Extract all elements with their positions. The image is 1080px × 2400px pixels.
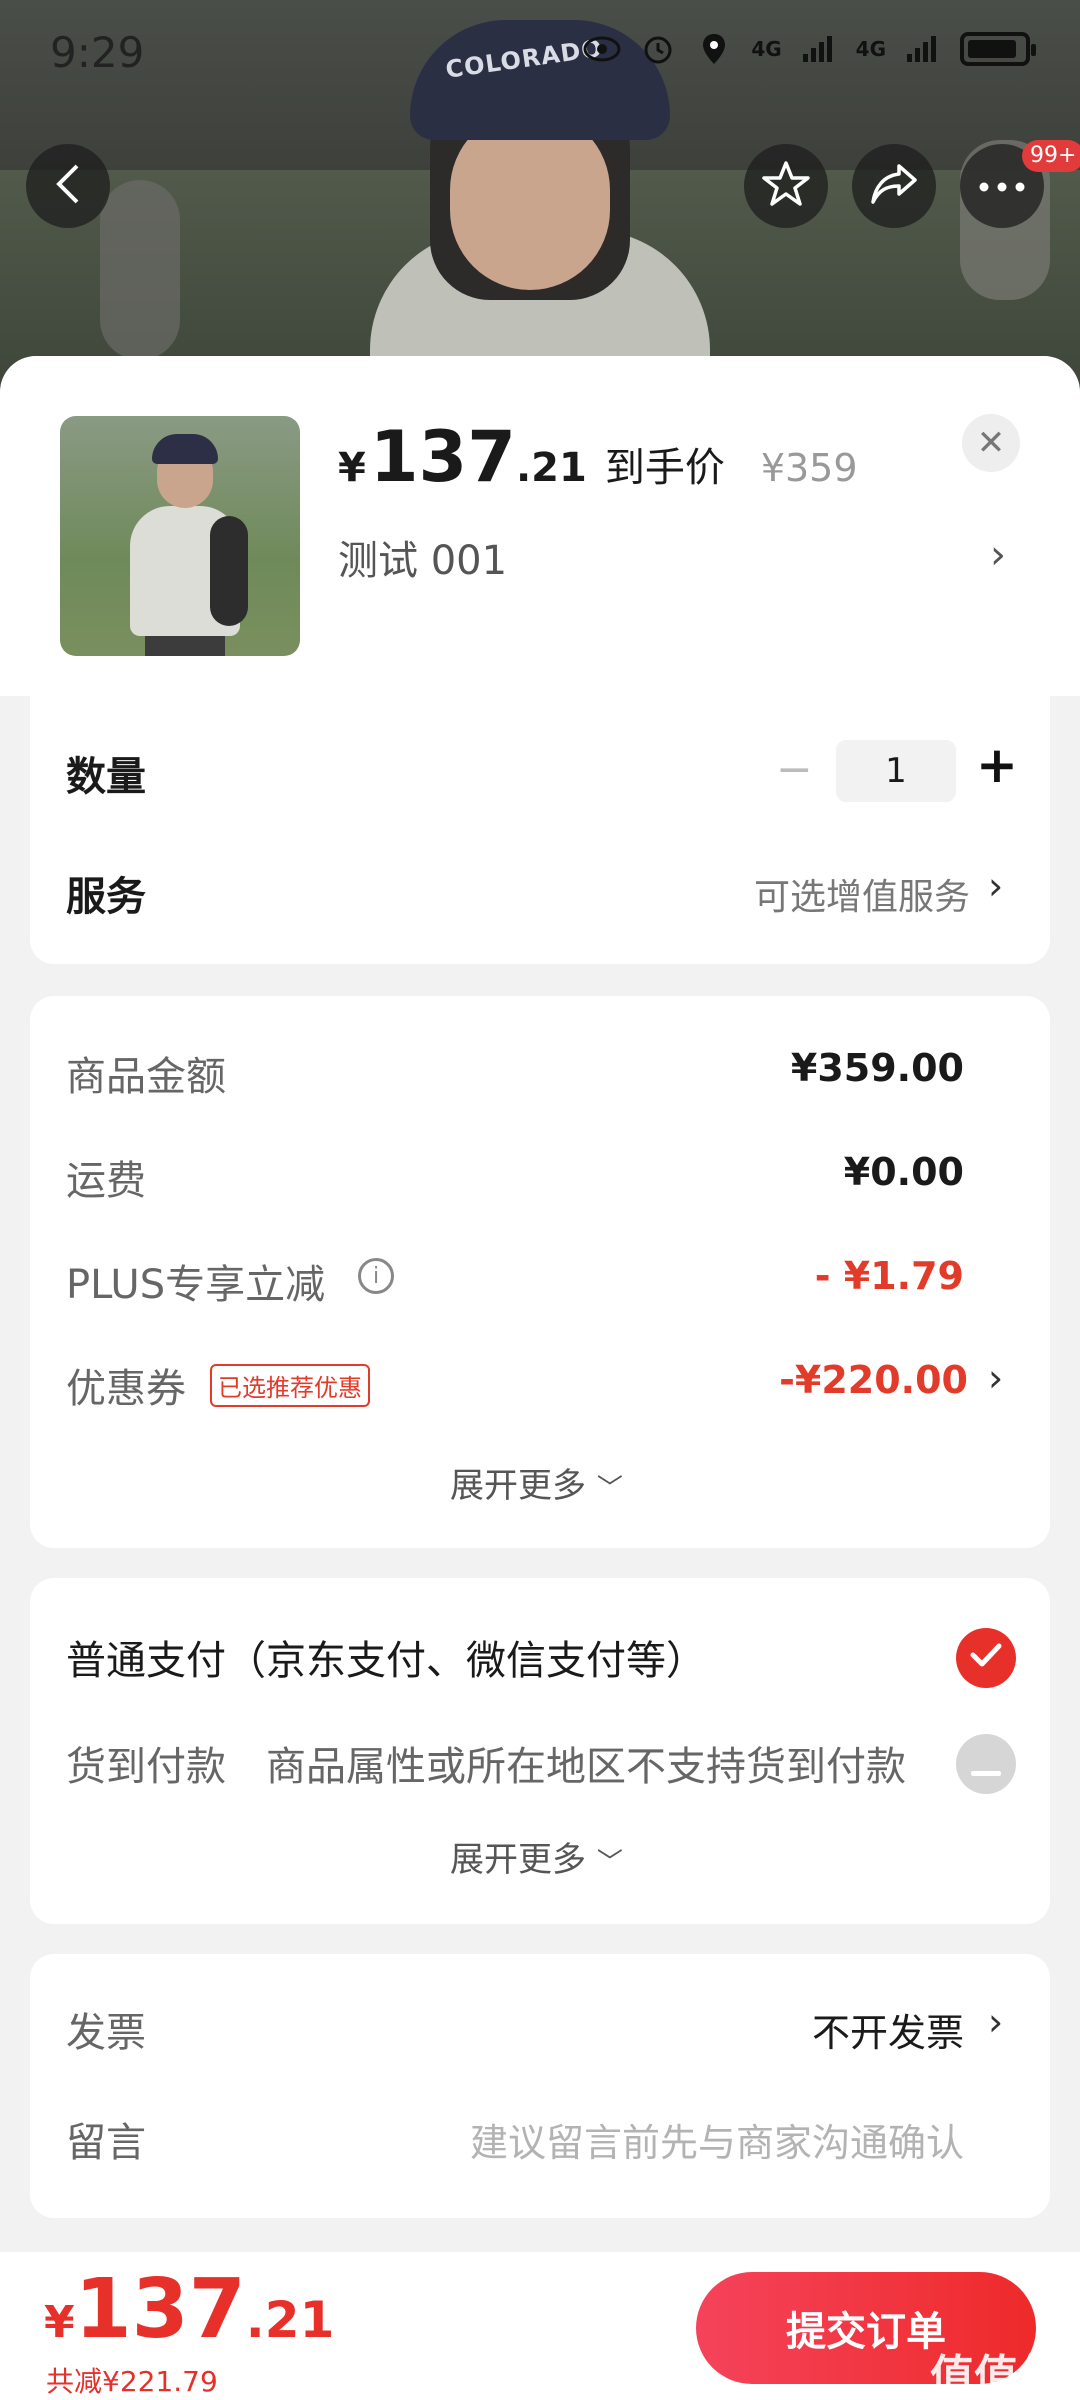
chevron-down-icon: ﹀	[596, 1474, 623, 1504]
payment-cod-radio	[956, 1734, 1016, 1794]
total-decimal: .21	[245, 2291, 335, 2349]
share-icon	[869, 162, 919, 210]
close-button[interactable]: ✕	[962, 414, 1020, 472]
expand-more-button[interactable]: 展开更多 ﹀	[450, 1458, 623, 1507]
back-icon	[53, 162, 83, 210]
chevron-right-icon[interactable]: ›	[990, 532, 1006, 578]
quantity-label: 数量	[66, 754, 146, 800]
check-icon	[969, 1638, 1003, 1678]
hero-bg-figure	[100, 180, 180, 360]
shipping-value: ¥0.00	[843, 1150, 964, 1194]
price-integer: 137	[369, 416, 516, 498]
product-header: ¥ 137 .21 到手价 ¥359 测试 001 › ✕	[0, 356, 1080, 696]
bottom-bar: ¥ 137 .21 共减¥221.79 提交订单	[0, 2252, 1080, 2400]
expand-more-label: 展开更多	[450, 1466, 586, 1506]
payment-normal-label[interactable]: 普通支付（京东支付、微信支付等）	[66, 1628, 706, 1686]
goods-amount-label: 商品金额	[66, 1054, 226, 1100]
final-price: ¥ 137 .21 到手价 ¥359	[338, 416, 858, 498]
total-currency: ¥	[44, 2297, 75, 2348]
battery-icon	[960, 32, 1036, 66]
coupon-value[interactable]: -¥220.00	[779, 1358, 968, 1402]
thumb-cap	[152, 434, 218, 464]
message-badge: 99+	[1022, 140, 1080, 172]
service-label: 服务	[66, 874, 146, 920]
message-label: 留言	[66, 2120, 146, 2166]
thumb-sleeve	[210, 516, 248, 626]
more-icon	[979, 177, 1025, 196]
signal-icon	[800, 30, 838, 68]
invoice-label: 发票	[66, 2010, 146, 2056]
watermark-url: zhizhizhi.com	[930, 2382, 1039, 2400]
share-button[interactable]	[852, 144, 936, 228]
total-integer: 137	[74, 2262, 246, 2357]
price-decimal: .21	[515, 445, 587, 491]
plus-discount-value: - ¥1.79	[814, 1254, 964, 1298]
close-icon: ✕	[976, 423, 1006, 463]
service-value[interactable]: 可选增值服务	[754, 868, 970, 920]
shipping-label: 运费	[66, 1158, 146, 1204]
amount-card: 商品金额 ¥359.00 运费 ¥0.00 PLUS专享立减 i - ¥1.79…	[30, 996, 1050, 1548]
status-icons: 4G 4G	[583, 30, 1036, 68]
product-thumbnail[interactable]	[60, 416, 300, 656]
total-saved: 共减¥221.79	[46, 2365, 218, 2398]
payment-cod-label: 货到付款	[66, 1744, 226, 1790]
network-label: 4G	[751, 37, 782, 61]
payment-normal-radio[interactable]	[956, 1628, 1016, 1688]
quantity-decrease-button[interactable]: −	[776, 744, 813, 795]
chevron-right-icon[interactable]: ›	[988, 864, 1003, 908]
expand-more-label: 展开更多	[450, 1840, 586, 1880]
expand-more-button[interactable]: 展开更多 ﹀	[450, 1832, 623, 1881]
goods-amount-value: ¥359.00	[790, 1046, 964, 1090]
info-icon[interactable]: i	[358, 1258, 394, 1294]
alarm-icon	[639, 30, 677, 68]
invoice-value[interactable]: 不开发票	[812, 2002, 964, 2057]
coupon-badge: 已选推荐优惠	[210, 1364, 370, 1407]
sku-selector[interactable]: 测试 001	[338, 528, 507, 586]
extras-card: 发票 不开发票 › 留言 建议留言前先与商家沟通确认	[30, 1954, 1050, 2218]
favorite-button[interactable]	[744, 144, 828, 228]
plus-discount-label: PLUS专享立减	[66, 1262, 326, 1308]
status-bar: 9:29 4G 4G	[0, 0, 1080, 110]
star-icon	[761, 160, 811, 212]
status-time: 9:29	[50, 28, 145, 77]
price-currency: ¥	[338, 445, 366, 491]
eye-icon	[583, 30, 621, 68]
signal-icon	[904, 30, 942, 68]
message-input[interactable]: 建议留言前先与商家沟通确认	[470, 2112, 964, 2167]
payment-cod-note: 商品属性或所在地区不支持货到付款	[266, 1744, 906, 1790]
coupon-label: 优惠券	[66, 1366, 186, 1412]
quantity-service-card: 数量 − 1 + 服务 可选增值服务 ›	[30, 696, 1050, 964]
minus-circle-icon	[971, 1741, 1001, 1787]
network-label: 4G	[855, 37, 886, 61]
payment-card: 普通支付（京东支付、微信支付等） 货到付款 商品属性或所在地区不支持货到付款 展…	[30, 1578, 1050, 1924]
chevron-right-icon[interactable]: ›	[988, 1356, 1003, 1400]
back-button[interactable]	[26, 144, 110, 228]
location-icon	[695, 30, 733, 68]
quantity-increase-button[interactable]: +	[976, 736, 1018, 794]
chevron-right-icon[interactable]: ›	[988, 2000, 1003, 2044]
price-tag: 到手价	[604, 445, 725, 491]
original-price: ¥359	[760, 446, 858, 490]
quantity-input[interactable]: 1	[836, 740, 956, 802]
total-price: ¥ 137 .21	[44, 2262, 334, 2357]
chevron-down-icon: ﹀	[596, 1848, 623, 1878]
